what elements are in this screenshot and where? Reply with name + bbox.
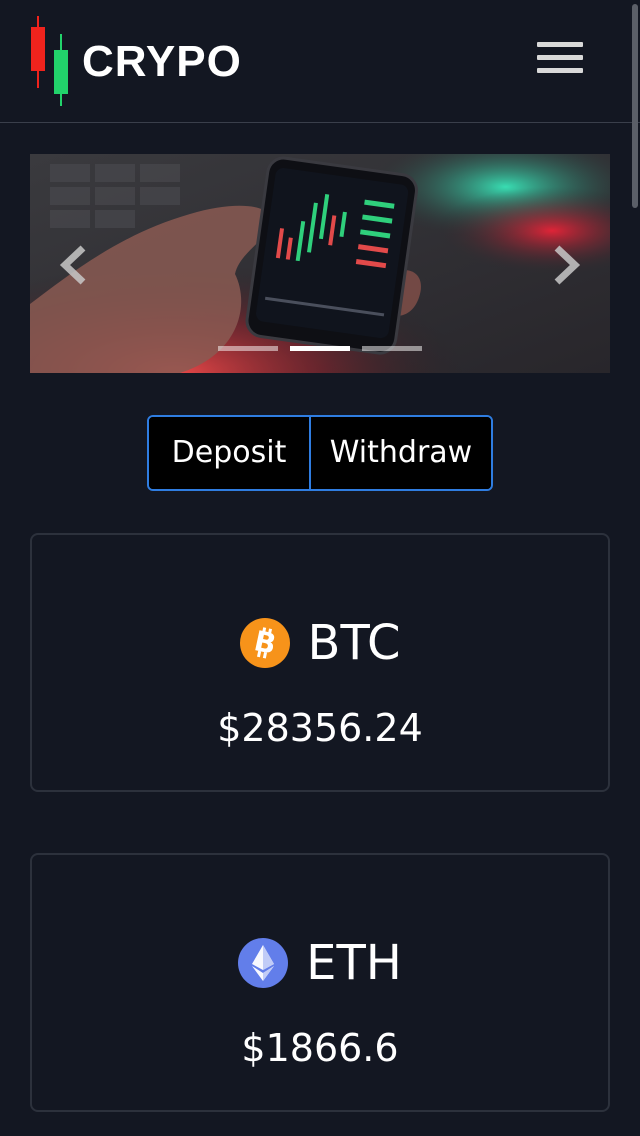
coin-card-eth[interactable]: ETH $1866.6 (30, 853, 610, 1112)
brand-name[interactable]: CRYPO (82, 36, 242, 88)
action-button-group: Deposit Withdraw (147, 415, 493, 491)
ethereum-icon (238, 938, 289, 988)
chevron-right-icon[interactable] (545, 240, 585, 290)
deposit-button[interactable]: Deposit (149, 417, 309, 489)
coin-header: ETH (32, 935, 608, 991)
page-scrollbar[interactable] (629, 0, 640, 1136)
coin-price: $1866.6 (241, 1026, 399, 1070)
coin-symbol: ETH (306, 935, 402, 991)
carousel-indicators (218, 346, 424, 352)
candlestick-logo-icon[interactable] (30, 16, 74, 106)
coin-header: B BTC (32, 615, 608, 671)
hamburger-menu-icon[interactable] (535, 40, 585, 76)
scrollbar-thumb[interactable] (632, 4, 638, 208)
carousel-indicator[interactable] (218, 346, 278, 351)
chevron-left-icon[interactable] (55, 240, 95, 290)
top-navbar: CRYPO (0, 0, 640, 123)
image-carousel (30, 154, 610, 373)
carousel-indicator-active[interactable] (290, 346, 350, 351)
coin-card-btc[interactable]: B BTC $28356.24 (30, 533, 610, 792)
coin-price: $28356.24 (217, 706, 423, 750)
page: CRYPO Deposit Withdraw B BTC $28356.24 E… (0, 0, 640, 1136)
phone-trading-chart-photo (30, 154, 610, 373)
withdraw-button[interactable]: Withdraw (309, 417, 491, 489)
bitcoin-icon: B (239, 618, 290, 668)
carousel-indicator[interactable] (362, 346, 422, 351)
coin-symbol: BTC (307, 615, 401, 671)
